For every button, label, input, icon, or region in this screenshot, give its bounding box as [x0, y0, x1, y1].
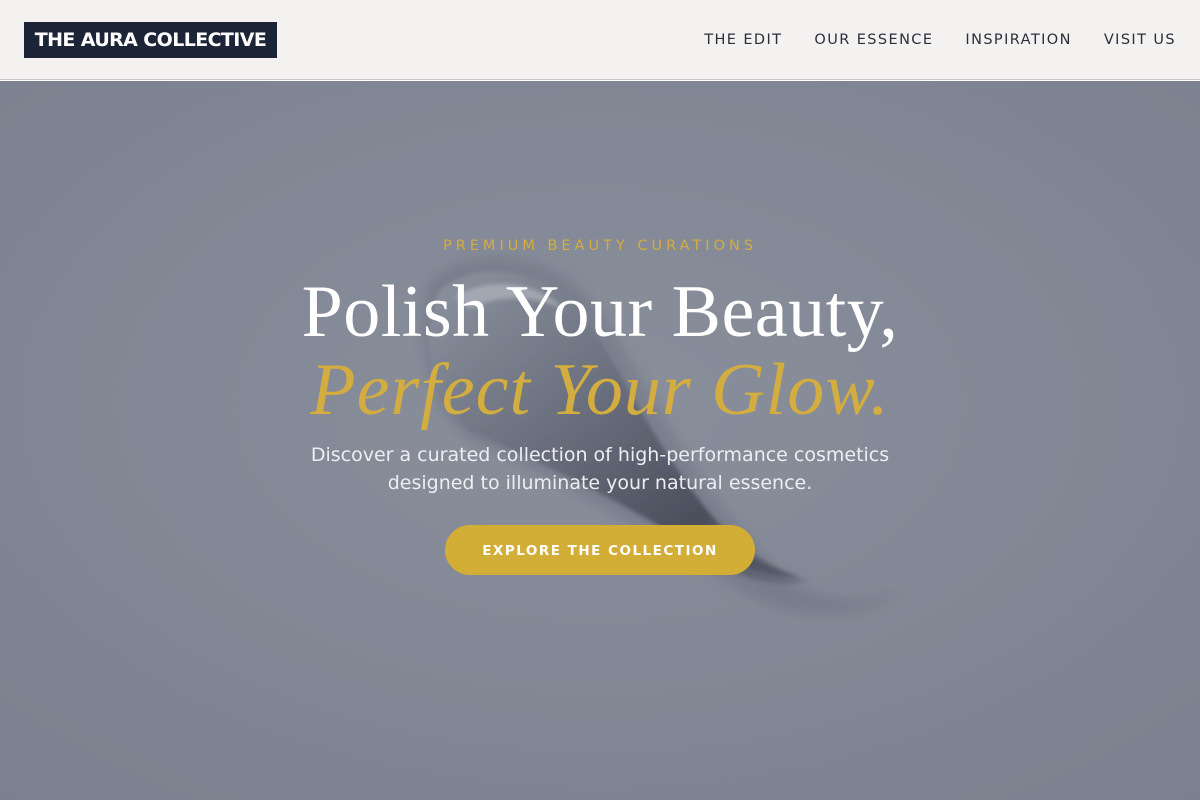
hero-content: PREMIUM BEAUTY CURATIONS Polish Your Bea… — [0, 81, 1200, 800]
nav-link-our-essence[interactable]: OUR ESSENCE — [814, 32, 933, 48]
hero-subtitle: Discover a curated collection of high-pe… — [290, 441, 910, 497]
explore-collection-button[interactable]: EXPLORE THE COLLECTION — [445, 525, 755, 575]
headline-line-1: Polish Your Beauty, — [301, 271, 899, 353]
headline-line-2: Perfect Your Glow. — [310, 349, 890, 431]
hero-headline: Polish Your Beauty, Perfect Your Glow. — [0, 273, 1200, 429]
nav-link-the-edit[interactable]: THE EDIT — [704, 32, 782, 48]
hero-section: PREMIUM BEAUTY CURATIONS Polish Your Bea… — [0, 81, 1200, 800]
top-navbar: THE AURA COLLECTIVE THE EDIT OUR ESSENCE… — [0, 0, 1200, 80]
nav-link-visit-us[interactable]: VISIT US — [1104, 32, 1176, 48]
subtitle-line-1: Discover a curated collection of high-pe… — [310, 444, 890, 466]
brand-logo[interactable]: THE AURA COLLECTIVE — [24, 22, 277, 58]
nav-link-inspiration[interactable]: INSPIRATION — [965, 32, 1071, 48]
main-nav: THE EDIT OUR ESSENCE INSPIRATION VISIT U… — [704, 0, 1176, 80]
subtitle-line-2: designed to illuminate your natural esse… — [387, 472, 813, 494]
hero-eyebrow: PREMIUM BEAUTY CURATIONS — [442, 238, 758, 254]
